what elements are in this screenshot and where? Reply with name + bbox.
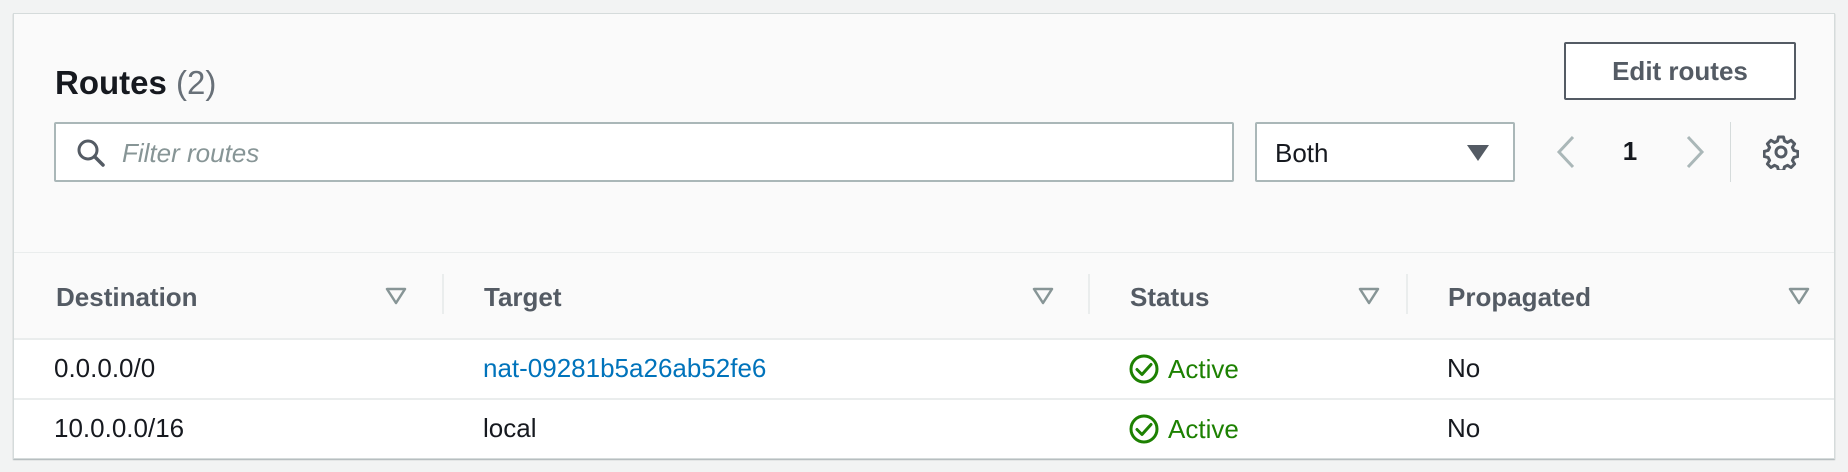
caret-down-icon	[1467, 145, 1489, 161]
status-check-icon	[1129, 414, 1159, 444]
column-label: Status	[1130, 282, 1210, 312]
sort-icon[interactable]	[1788, 287, 1810, 305]
current-page[interactable]: 1	[1615, 136, 1645, 167]
column-label: Target	[484, 282, 562, 312]
column-destination: Destination	[14, 253, 444, 338]
select-value: Both	[1275, 138, 1329, 168]
routes-panel: Routes (2) Edit routes Both 1 Destinatio…	[13, 13, 1835, 459]
column-target: Target	[444, 253, 1090, 338]
chevron-left-icon[interactable]	[1551, 132, 1581, 172]
chevron-right-icon[interactable]	[1680, 132, 1710, 172]
sort-icon[interactable]	[385, 287, 407, 305]
sort-icon[interactable]	[1358, 287, 1380, 305]
filter-box	[54, 122, 1234, 182]
status-check-icon	[1129, 354, 1159, 384]
status-text: Active	[1168, 353, 1239, 384]
route-type-select[interactable]: Both	[1255, 122, 1515, 182]
table-header: Destination Target Status Propagated	[14, 253, 1834, 338]
title-text: Routes	[55, 64, 167, 101]
cell-status: Active	[1128, 353, 1239, 385]
search-icon	[77, 139, 105, 167]
page-title: Routes (2)	[55, 64, 216, 102]
route-count: (2)	[176, 64, 217, 101]
table-row[interactable]: 10.0.0.0/16 local Active No	[14, 400, 1834, 458]
cell-propagated: No	[1447, 353, 1481, 383]
edit-routes-button[interactable]: Edit routes	[1564, 42, 1796, 100]
column-label: Destination	[56, 282, 198, 312]
toolbar-divider	[1730, 122, 1731, 182]
cell-status: Active	[1128, 413, 1239, 445]
filter-routes-input[interactable]	[120, 128, 1214, 178]
cell-destination: 10.0.0.0/16	[54, 413, 185, 443]
column-label: Propagated	[1448, 282, 1592, 312]
column-propagated: Propagated	[1408, 253, 1834, 338]
table-row[interactable]: 0.0.0.0/0 nat-09281b5a26ab52fe6 Active N…	[14, 340, 1834, 398]
cell-propagated: No	[1447, 413, 1481, 443]
cell-destination: 0.0.0.0/0	[54, 353, 156, 383]
cell-target-link[interactable]: nat-09281b5a26ab52fe6	[483, 353, 766, 384]
gear-icon[interactable]	[1763, 134, 1799, 170]
status-text: Active	[1168, 413, 1239, 444]
sort-icon[interactable]	[1032, 287, 1054, 305]
column-status: Status	[1090, 253, 1408, 338]
cell-target: local	[483, 413, 537, 443]
